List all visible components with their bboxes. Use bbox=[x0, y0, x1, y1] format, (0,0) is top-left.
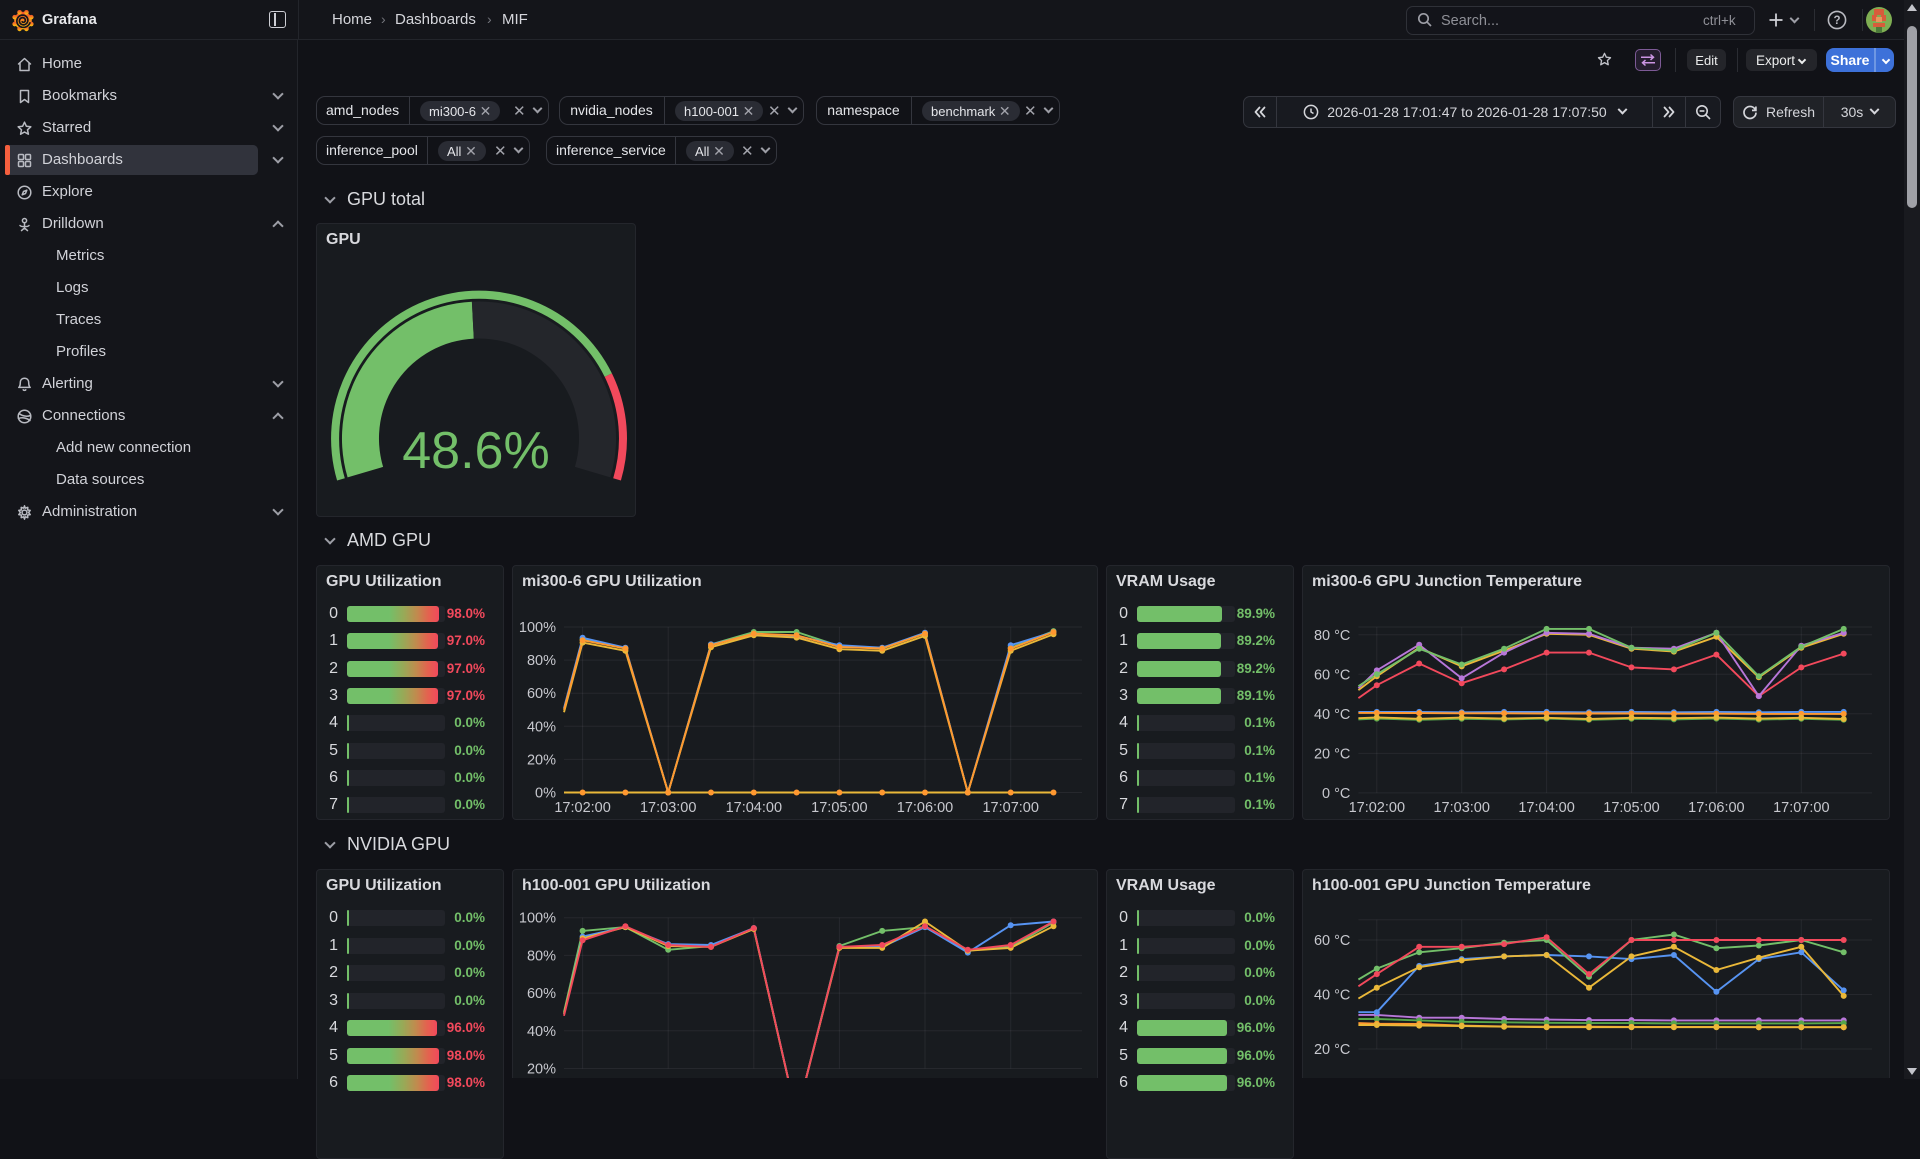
svg-text:40 °C: 40 °C bbox=[1314, 988, 1350, 1004]
svg-text:17:06:00: 17:06:00 bbox=[1688, 800, 1744, 816]
svg-text:20 °C: 20 °C bbox=[1314, 1042, 1350, 1058]
svg-text:17:06:00: 17:06:00 bbox=[897, 800, 953, 816]
svg-text:17:04:00: 17:04:00 bbox=[1518, 800, 1574, 816]
svg-text:80%: 80% bbox=[527, 948, 556, 964]
svg-text:60 °C: 60 °C bbox=[1314, 667, 1350, 683]
svg-text:17:05:00: 17:05:00 bbox=[811, 800, 867, 816]
svg-text:17:05:00: 17:05:00 bbox=[1603, 800, 1659, 816]
svg-text:20 °C: 20 °C bbox=[1314, 746, 1350, 762]
svg-text:17:07:00: 17:07:00 bbox=[982, 800, 1038, 816]
svg-text:20%: 20% bbox=[527, 752, 556, 768]
svg-text:60%: 60% bbox=[527, 986, 556, 1002]
svg-text:17:02:00: 17:02:00 bbox=[554, 800, 610, 816]
svg-text:17:04:00: 17:04:00 bbox=[726, 800, 782, 816]
svg-text:17:02:00: 17:02:00 bbox=[1349, 800, 1405, 816]
svg-text:20%: 20% bbox=[527, 1062, 556, 1078]
svg-text:0%: 0% bbox=[535, 786, 556, 802]
svg-text:17:03:00: 17:03:00 bbox=[640, 800, 696, 816]
svg-text:40%: 40% bbox=[527, 1024, 556, 1040]
svg-text:60 °C: 60 °C bbox=[1314, 933, 1350, 949]
svg-text:80 °C: 80 °C bbox=[1314, 628, 1350, 644]
svg-text:17:03:00: 17:03:00 bbox=[1433, 800, 1489, 816]
svg-text:60%: 60% bbox=[527, 686, 556, 702]
svg-text:40 °C: 40 °C bbox=[1314, 707, 1350, 723]
svg-text:40%: 40% bbox=[527, 719, 556, 735]
svg-text:48.6%: 48.6% bbox=[402, 422, 549, 480]
svg-text:100%: 100% bbox=[519, 911, 556, 927]
svg-text:17:07:00: 17:07:00 bbox=[1773, 800, 1829, 816]
svg-text:100%: 100% bbox=[519, 620, 556, 636]
svg-text:?: ? bbox=[1833, 15, 1840, 27]
svg-text:0 °C: 0 °C bbox=[1322, 786, 1350, 802]
svg-text:80%: 80% bbox=[527, 653, 556, 669]
